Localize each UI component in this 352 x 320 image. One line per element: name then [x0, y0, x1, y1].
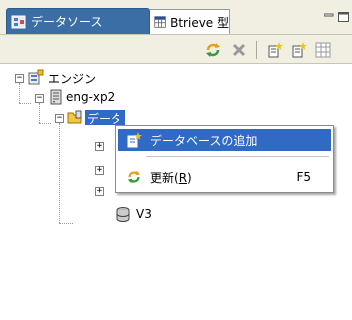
menu-item-shortcut: F5: [296, 170, 311, 184]
tree-connector: [19, 103, 31, 104]
new-database-button[interactable]: [290, 41, 308, 59]
tree-connector: [59, 123, 60, 223]
menu-item-refresh[interactable]: 更新(R) F5: [118, 166, 331, 188]
window-controls: [322, 8, 352, 28]
view-tab-bar: データソース Btrieve 型: [0, 0, 352, 34]
menu-item-mnemonic: R: [178, 170, 188, 185]
delete-icon: [232, 43, 246, 57]
refresh-icon: [206, 43, 220, 57]
menu-item-label: 更新(R): [150, 169, 192, 186]
add-database-icon: [127, 132, 142, 148]
database-icon: [116, 207, 130, 222]
minimize-icon[interactable]: [324, 12, 334, 22]
tab-datasource-label: データソース: [31, 15, 103, 29]
menu-item-add-database[interactable]: データベースの追加: [118, 129, 331, 151]
tab-btrieve[interactable]: Btrieve 型: [150, 9, 230, 34]
new-database-icon: [292, 42, 307, 58]
expand-toggle-db[interactable]: +: [95, 166, 104, 175]
collapse-toggle-root[interactable]: −: [15, 74, 24, 83]
context-menu: データベースの追加 更新(R) F5: [115, 125, 334, 193]
table-icon: [154, 16, 166, 28]
tree-connector: [19, 83, 20, 103]
add-database-icon: [268, 42, 283, 58]
expand-toggle-db[interactable]: +: [95, 142, 104, 151]
toolbar: [0, 34, 352, 64]
grid-icon: [315, 42, 331, 58]
tree-node-engines[interactable]: エンジン: [48, 70, 96, 87]
tree-connector: [39, 103, 40, 123]
tree-connector: [59, 223, 73, 224]
tab-btrieve-label: Btrieve 型: [170, 15, 229, 30]
grid-button[interactable]: [314, 41, 332, 59]
collapse-toggle-databases[interactable]: −: [55, 114, 64, 123]
collapse-toggle-server[interactable]: −: [35, 94, 44, 103]
refresh-button[interactable]: [204, 41, 222, 59]
menu-item-label-end: ): [187, 170, 192, 185]
delete-button[interactable]: [230, 41, 248, 59]
server-icon: [50, 89, 62, 105]
datasource-icon: [11, 15, 26, 28]
add-database-button[interactable]: [266, 41, 284, 59]
databases-folder-icon: [67, 110, 82, 124]
menu-separator: [146, 156, 329, 157]
tree-connector: [39, 123, 51, 124]
maximize-icon[interactable]: [338, 12, 350, 24]
menu-item-label: データベースの追加: [150, 133, 258, 148]
toolbar-separator: [256, 41, 257, 59]
tree-node-server[interactable]: eng-xp2: [66, 90, 115, 104]
tab-datasource[interactable]: データソース: [6, 8, 150, 34]
engines-icon: [28, 69, 44, 85]
expand-toggle-db[interactable]: +: [95, 187, 104, 196]
refresh-icon: [127, 170, 141, 184]
tree-node-v3[interactable]: V3: [136, 207, 152, 221]
menu-item-label-text: 更新(: [150, 170, 179, 185]
